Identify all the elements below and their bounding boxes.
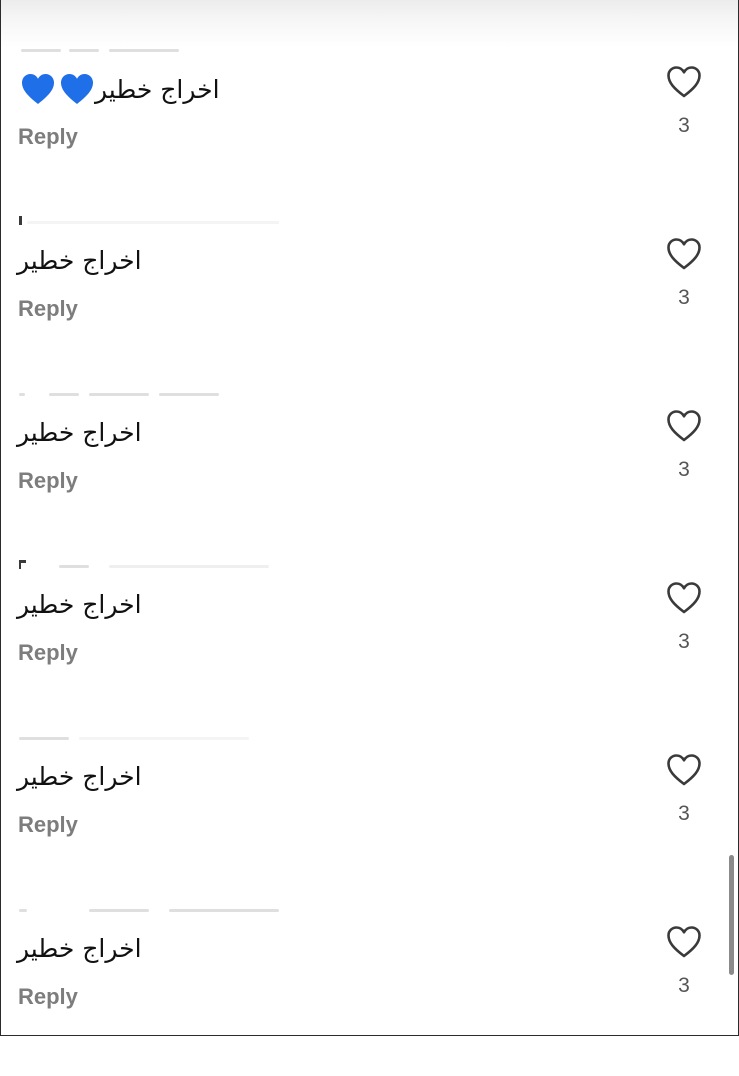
like-count: 3	[678, 458, 690, 481]
comment-text: اخراج خطير	[17, 932, 142, 966]
comment-text-content: اخراج خطير	[17, 418, 142, 447]
reply-button[interactable]: Reply	[18, 468, 78, 494]
comment-username-redacted	[19, 560, 279, 574]
comment-username-redacted	[19, 904, 279, 918]
heart-outline-icon[interactable]	[665, 752, 703, 788]
heart-outline-icon[interactable]	[665, 236, 703, 272]
reply-button[interactable]: Reply	[18, 984, 78, 1010]
heart-outline-icon[interactable]	[665, 580, 703, 616]
comment-text-content: اخراج خطير	[17, 590, 142, 619]
reply-button[interactable]: Reply	[18, 812, 78, 838]
top-fade	[1, 0, 738, 48]
comment-text-content: اخراج خطير	[17, 762, 142, 791]
comment-username-redacted	[19, 732, 279, 746]
heart-outline-icon[interactable]	[665, 64, 703, 100]
like-count: 3	[678, 802, 690, 825]
reply-button[interactable]: Reply	[18, 640, 78, 666]
comment-text-content: اخراج خطير	[17, 246, 142, 275]
like-count: 3	[678, 974, 690, 997]
comment-text: اخراج خطير	[17, 588, 142, 622]
comment-item: اخراج خطير Reply 3	[1, 44, 738, 216]
comment-item: اخراج خطير Reply 3	[1, 904, 738, 1076]
scrollbar-thumb[interactable]	[729, 855, 734, 975]
comment-item: اخراج خطير Reply 3	[1, 560, 738, 732]
comment-username-redacted	[19, 216, 279, 230]
comment-text: اخراج خطير	[17, 72, 220, 107]
comment-item: اخراج خطير Reply 3	[1, 732, 738, 904]
reply-button[interactable]: Reply	[18, 124, 78, 150]
blue-heart-emoji-icon	[17, 72, 95, 107]
like-count: 3	[678, 630, 690, 653]
comment-text-content: اخراج خطير	[95, 75, 220, 104]
comment-item: اخراج خطير Reply 3	[1, 388, 738, 560]
comment-username-redacted	[19, 44, 279, 58]
like-count: 3	[678, 286, 690, 309]
comment-text: اخراج خطير	[17, 416, 142, 450]
comment-item: اخراج خطير Reply 3	[1, 216, 738, 388]
reply-button[interactable]: Reply	[18, 296, 78, 322]
comment-text: اخراج خطير	[17, 244, 142, 278]
like-count: 3	[678, 114, 690, 137]
comment-text-content: اخراج خطير	[17, 934, 142, 963]
comments-panel: اخراج خطير Reply 3 اخراج خطير Reply 3 اخ…	[0, 0, 739, 1036]
comment-text: اخراج خطير	[17, 760, 142, 794]
heart-outline-icon[interactable]	[665, 408, 703, 444]
comment-username-redacted	[19, 388, 279, 402]
heart-outline-icon[interactable]	[665, 924, 703, 960]
